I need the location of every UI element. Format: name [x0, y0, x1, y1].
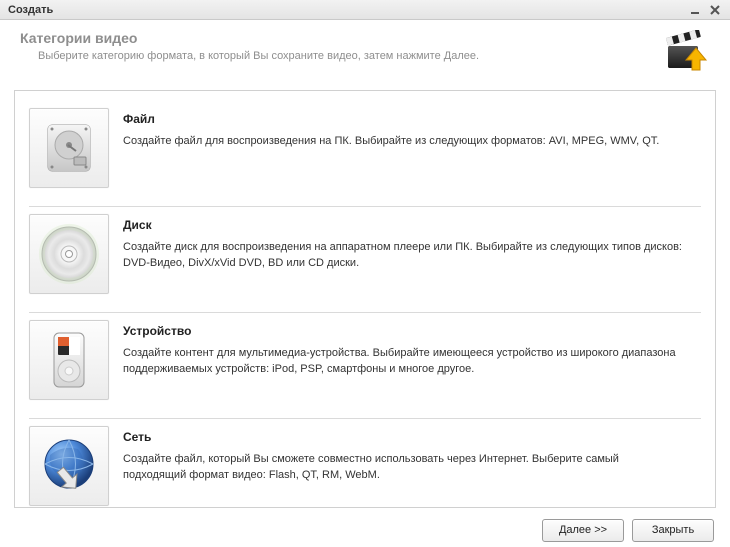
minimize-button[interactable] [686, 3, 704, 17]
header: Категории видео Выберите категорию форма… [0, 20, 730, 84]
next-button[interactable]: Далее >> [542, 519, 624, 542]
category-file[interactable]: Файл Создайте файл для воспроизведения н… [29, 101, 701, 206]
category-title: Диск [123, 218, 683, 232]
window-title: Создать [8, 4, 684, 16]
header-title: Категории видео [20, 30, 652, 46]
clapperboard-icon [662, 30, 710, 78]
header-subtitle: Выберите категорию формата, в который Вы… [20, 50, 652, 62]
category-title: Файл [123, 112, 659, 126]
footer: Далее >> Закрыть [0, 513, 730, 547]
device-icon [29, 320, 109, 400]
category-desc: Создайте файл для воспроизведения на ПК.… [123, 134, 659, 150]
category-title: Устройство [123, 324, 683, 338]
category-desc: Создайте файл, который Вы сможете совмес… [123, 452, 683, 484]
title-bar: Создать [0, 0, 730, 20]
category-desc: Создайте диск для воспроизведения на апп… [123, 240, 683, 272]
categories-panel: Файл Создайте файл для воспроизведения н… [14, 90, 716, 508]
category-title: Сеть [123, 430, 683, 444]
category-device[interactable]: Устройство Создайте контент для мультиме… [29, 312, 701, 418]
close-button[interactable] [706, 3, 724, 17]
category-web[interactable]: Сеть Создайте файл, который Вы сможете с… [29, 418, 701, 508]
disc-icon [29, 214, 109, 294]
web-icon [29, 426, 109, 506]
category-disc[interactable]: Диск Создайте диск для воспроизведения н… [29, 206, 701, 312]
close-window-button[interactable]: Закрыть [632, 519, 714, 542]
category-desc: Создайте контент для мультимедиа-устройс… [123, 346, 683, 378]
hdd-icon [29, 108, 109, 188]
